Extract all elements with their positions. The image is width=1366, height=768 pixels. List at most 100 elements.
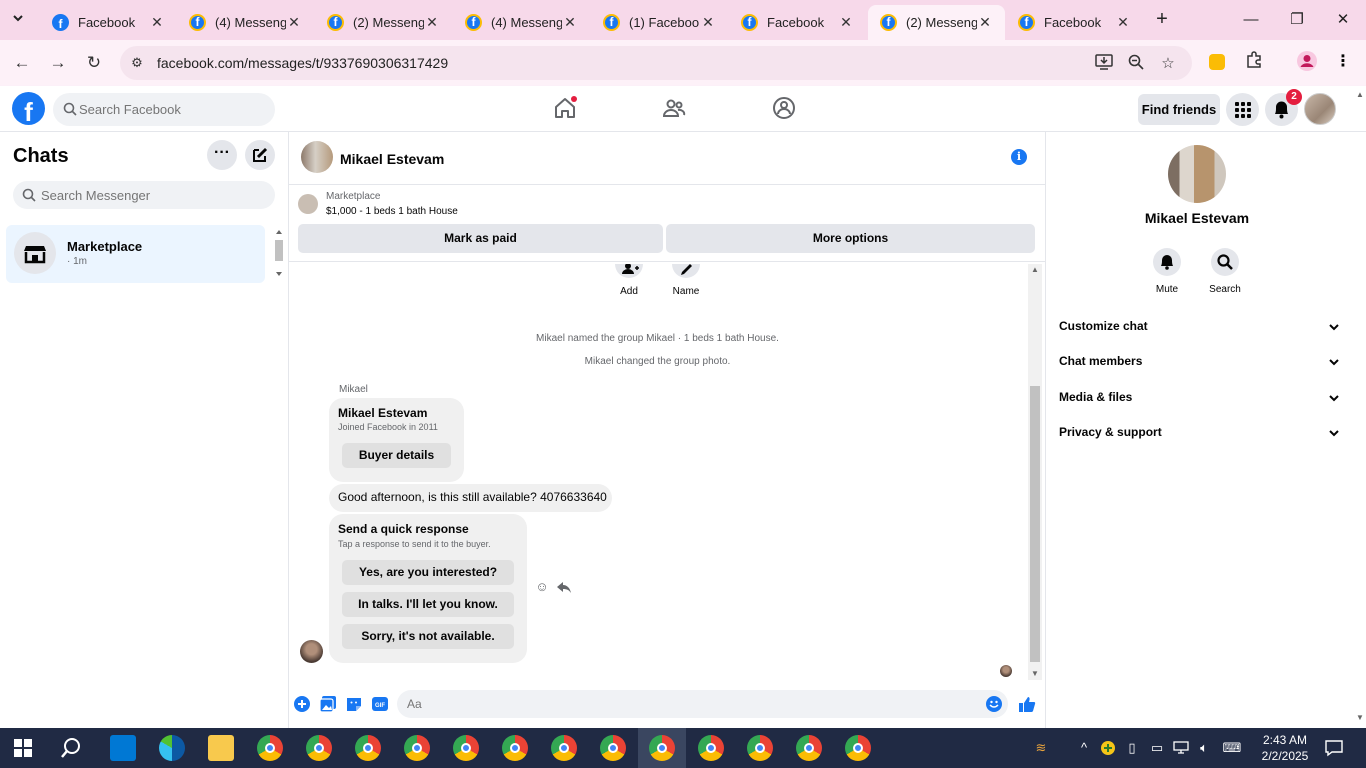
chrome-app-icon[interactable] (600, 735, 626, 761)
facebook-search-input[interactable] (79, 93, 269, 126)
chrome-app-icon[interactable] (502, 735, 528, 761)
emoji-icon[interactable] (986, 696, 1002, 712)
tab-close-icon[interactable]: ✕ (286, 14, 302, 31)
browser-tab[interactable]: f (4) Messenger ✕ (177, 5, 314, 40)
message-input-box[interactable] (397, 690, 1008, 718)
extensions-puzzle-icon[interactable] (1243, 51, 1265, 73)
new-tab-plus-icon[interactable]: + (1150, 8, 1174, 32)
taskbar-search-icon[interactable] (60, 737, 82, 759)
volume-icon[interactable]: 🔈︎ (1195, 740, 1213, 756)
zoom-icon[interactable] (1126, 54, 1146, 74)
message-bubble[interactable]: Good afternoon, is this still available?… (329, 484, 612, 512)
taskbar-clock[interactable]: 2:43 AM 2/2/2025 (1255, 732, 1315, 764)
reply-arrow-icon[interactable] (556, 579, 572, 595)
conversation-avatar[interactable] (301, 141, 333, 173)
buyer-details-button[interactable]: Buyer details (342, 443, 451, 468)
scroll-down-arrow-icon[interactable]: ▼ (1354, 713, 1366, 722)
reload-icon[interactable]: ↻ (82, 51, 106, 75)
edge-app-icon[interactable] (159, 735, 185, 761)
gif-icon[interactable]: GIF (371, 695, 389, 713)
tab-close-icon[interactable]: ✕ (1115, 14, 1131, 31)
keyboard-icon[interactable]: ⌨ (1220, 740, 1244, 756)
thumbs-up-icon[interactable] (1018, 695, 1036, 713)
quick-response-option[interactable]: Sorry, it's not available. (342, 624, 514, 649)
facebook-logo-icon[interactable]: f (12, 92, 45, 125)
menu-grid-button[interactable] (1226, 93, 1259, 126)
install-app-icon[interactable] (1094, 54, 1114, 74)
chrome-app-icon[interactable] (649, 735, 675, 761)
browser-tab[interactable]: f Facebook ✕ (729, 5, 866, 40)
scrollbar-thumb[interactable] (1030, 386, 1040, 662)
facebook-search[interactable] (53, 93, 275, 126)
url-text[interactable]: facebook.com/messages/t/9337690306317429 (157, 55, 448, 71)
chrome-app-icon[interactable] (355, 735, 381, 761)
tab-close-icon[interactable]: ✕ (562, 14, 578, 31)
thread-scrollbar[interactable]: ▲ ▼ (1028, 264, 1042, 680)
chrome-app-icon[interactable] (698, 735, 724, 761)
tab-close-icon[interactable]: ✕ (424, 14, 440, 31)
name-group-button[interactable]: Name (666, 264, 706, 297)
browser-tab[interactable]: f Facebook ✕ (40, 5, 177, 40)
listing-title[interactable]: $1,000 - 1 beds 1 bath House (326, 206, 458, 217)
friends-icon[interactable] (662, 96, 686, 120)
browser-tab-active[interactable]: f (2) Messenger ✕ (868, 5, 1005, 40)
react-smiley-icon[interactable]: ☺ (534, 579, 550, 595)
windows-start-icon[interactable] (14, 739, 32, 757)
weather-icon[interactable]: ≋ (1030, 740, 1052, 756)
browser-tab[interactable]: f (1) Facebook ✕ (591, 5, 728, 40)
page-scrollbar[interactable]: ▲ ▼ (1354, 86, 1366, 728)
chrome-app-icon[interactable] (404, 735, 430, 761)
sender-avatar[interactable] (300, 640, 323, 663)
extension-icon[interactable] (1209, 54, 1225, 70)
browser-tab[interactable]: f Facebook ✕ (1006, 5, 1143, 40)
chats-scrollbar[interactable] (273, 228, 285, 280)
browser-tab[interactable]: f (4) Messenger ✕ (453, 5, 590, 40)
message-input[interactable] (407, 690, 977, 718)
restore-icon[interactable]: ❐ (1282, 8, 1312, 32)
battery-icon[interactable]: ▭ (1148, 740, 1166, 756)
browser-menu-icon[interactable]: ⋮ (1332, 51, 1354, 73)
tab-search-chevron-icon[interactable] (4, 8, 32, 32)
tray-app-icon[interactable] (1100, 740, 1116, 756)
chat-list-item-marketplace[interactable]: Marketplace · 1m (6, 225, 265, 283)
tab-close-icon[interactable]: ✕ (838, 14, 854, 31)
sticker-icon[interactable] (345, 695, 363, 713)
new-message-button[interactable] (245, 140, 275, 170)
tray-device-icon[interactable]: ▯ (1124, 740, 1140, 756)
add-member-button[interactable]: Add (609, 263, 649, 297)
media-files-section[interactable]: Media & files (1059, 390, 1339, 410)
info-icon[interactable]: i (1011, 149, 1027, 165)
chrome-app-icon[interactable] (306, 735, 332, 761)
browser-tab[interactable]: f (2) Messenger ✕ (315, 5, 452, 40)
address-bar[interactable]: ⚙ facebook.com/messages/t/93376903063174… (120, 46, 1192, 80)
minimize-icon[interactable]: — (1236, 8, 1266, 32)
contact-avatar[interactable] (1168, 145, 1226, 203)
scroll-up-arrow-icon[interactable]: ▲ (1354, 90, 1366, 99)
bookmark-star-icon[interactable]: ☆ (1158, 54, 1178, 74)
network-icon[interactable] (1172, 740, 1190, 756)
plus-circle-icon[interactable] (293, 695, 311, 713)
tab-close-icon[interactable]: ✕ (977, 14, 993, 31)
tab-close-icon[interactable]: ✕ (700, 14, 716, 31)
groups-icon[interactable] (772, 96, 796, 120)
mark-as-paid-button[interactable]: Mark as paid (298, 224, 663, 253)
privacy-support-section[interactable]: Privacy & support (1059, 425, 1339, 445)
quick-response-option[interactable]: Yes, are you interested? (342, 560, 514, 585)
scroll-down-arrow-icon[interactable]: ▼ (1028, 668, 1042, 680)
mute-button[interactable]: Mute (1142, 248, 1192, 295)
messenger-search-input[interactable] (41, 181, 266, 209)
messenger-search[interactable] (13, 181, 275, 209)
store-app-icon[interactable] (110, 735, 136, 761)
chats-options-button[interactable]: ··· (207, 140, 237, 170)
account-avatar[interactable] (1304, 93, 1336, 125)
chrome-app-icon[interactable] (551, 735, 577, 761)
profile-icon[interactable] (1296, 51, 1318, 73)
close-window-icon[interactable]: ✕ (1328, 8, 1358, 32)
action-center-icon[interactable] (1324, 738, 1344, 758)
tab-close-icon[interactable]: ✕ (149, 14, 165, 31)
quick-response-option[interactable]: In talks. I'll let you know. (342, 592, 514, 617)
chrome-app-icon[interactable] (747, 735, 773, 761)
chrome-app-icon[interactable] (796, 735, 822, 761)
find-friends-button[interactable]: Find friends (1138, 94, 1220, 125)
back-arrow-icon[interactable]: ← (10, 51, 34, 75)
